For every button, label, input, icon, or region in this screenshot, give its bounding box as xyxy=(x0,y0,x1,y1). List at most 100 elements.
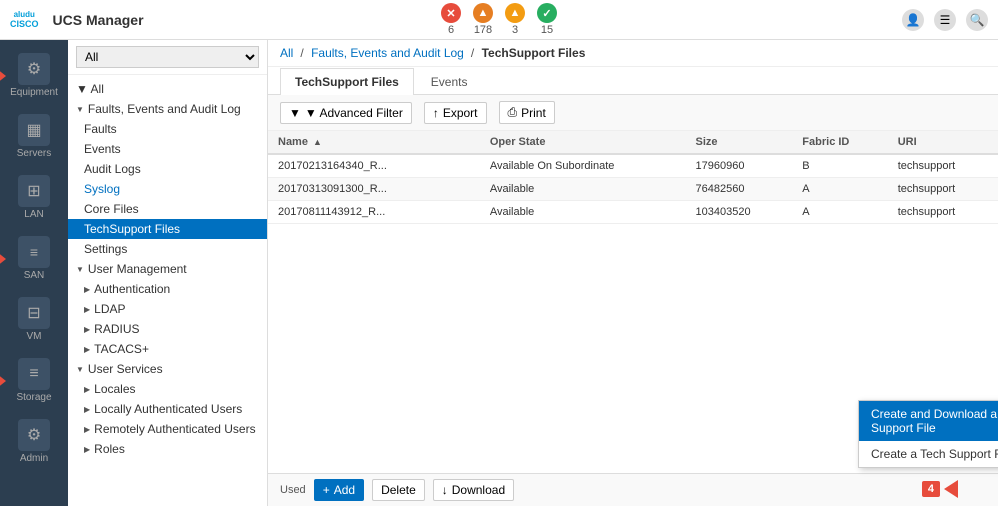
breadcrumb-sep-2: / xyxy=(471,46,478,60)
cell-name: 20170313091300_R... xyxy=(268,178,451,201)
download-button[interactable]: ↓ Download xyxy=(433,479,514,501)
breadcrumb-all[interactable]: All xyxy=(280,46,293,60)
add-icon: + xyxy=(323,483,330,497)
nav-item-all[interactable]: ▼ All xyxy=(68,79,267,99)
cell-spacer xyxy=(451,201,479,224)
tab-techsupport[interactable]: TechSupport Files xyxy=(280,68,414,95)
delete-button[interactable]: Delete xyxy=(372,479,425,501)
user-icon[interactable]: 👤 xyxy=(902,9,924,31)
nav-item-remote-users[interactable]: ▶ Remotely Authenticated Users xyxy=(68,419,267,439)
delete-label: Delete xyxy=(381,483,416,497)
cell-fabric-id: A xyxy=(792,201,887,224)
nav-item-faults-events[interactable]: ▼ Faults, Events and Audit Log xyxy=(68,99,267,119)
breadcrumb-current: TechSupport Files xyxy=(482,46,586,60)
add-label: Add xyxy=(334,483,355,497)
nav-item-local-users[interactable]: ▶ Locally Authenticated Users xyxy=(68,399,267,419)
table-row[interactable]: 20170811143912_R... Available 103403520 … xyxy=(268,201,998,224)
cell-uri: techsupport xyxy=(888,178,998,201)
cisco-logo-bottom: CISCO xyxy=(10,19,39,29)
col-size[interactable]: Size xyxy=(686,131,793,154)
col-fabric-id[interactable]: Fabric ID xyxy=(792,131,887,154)
nav-item-authentication[interactable]: ▶ Authentication xyxy=(68,279,267,299)
nav-item-core-files[interactable]: Core Files xyxy=(68,199,267,219)
cell-size: 76482560 xyxy=(686,178,793,201)
nav-item-locales[interactable]: ▶ Locales xyxy=(68,379,267,399)
cisco-logo: aludu CISCO UCS Manager xyxy=(10,10,144,29)
col-spacer xyxy=(451,131,479,154)
advanced-filter-button[interactable]: ▼ ▼ Advanced Filter xyxy=(280,102,412,124)
cell-oper-state: Available xyxy=(480,201,686,224)
breadcrumb-faults[interactable]: Faults, Events and Audit Log xyxy=(311,46,464,60)
sidebar-item-storage[interactable]: ≡ Storage xyxy=(0,350,68,411)
sidebar-item-san[interactable]: ≡ SAN xyxy=(0,228,68,289)
search-icon[interactable]: 🔍 xyxy=(966,9,988,31)
servers-label: Servers xyxy=(17,148,51,159)
nav-item-roles[interactable]: ▶ Roles xyxy=(68,439,267,459)
col-uri[interactable]: URI xyxy=(888,131,998,154)
content-area: All / Faults, Events and Audit Log / Tec… xyxy=(268,40,998,506)
alert-count-critical: 6 xyxy=(448,24,454,36)
col-oper-state[interactable]: Oper State xyxy=(480,131,686,154)
used-text: Used xyxy=(280,484,306,496)
alert-icon-major: ▲ xyxy=(473,3,493,23)
alert-minor[interactable]: ▲ 3 xyxy=(505,3,525,36)
nav-item-faults[interactable]: Faults xyxy=(68,119,267,139)
menu-item-create-download[interactable]: Create and Download a Tech Support File xyxy=(859,401,998,441)
sidebar-item-admin[interactable]: ⚙ Admin xyxy=(0,411,68,472)
table-row[interactable]: 20170213164340_R... Available On Subordi… xyxy=(268,154,998,178)
menu-icon[interactable]: ☰ xyxy=(934,9,956,31)
cell-spacer xyxy=(451,154,479,178)
cell-oper-state: Available xyxy=(480,178,686,201)
export-label: Export xyxy=(443,106,478,120)
nav-item-user-management[interactable]: ▼ User Management xyxy=(68,259,267,279)
nav-item-events[interactable]: Events xyxy=(68,139,267,159)
nav-item-settings[interactable]: Settings xyxy=(68,239,267,259)
print-button[interactable]: ⎙ Print xyxy=(499,101,555,124)
sidebar-item-equipment[interactable]: ⚙ Equipment xyxy=(0,45,68,106)
nav-item-syslog[interactable]: Syslog xyxy=(68,179,267,199)
app-title: UCS Manager xyxy=(53,12,144,28)
storage-icon: ≡ xyxy=(18,358,50,390)
nav-dropdown-select[interactable]: All xyxy=(76,46,259,68)
equipment-icon: ⚙ xyxy=(18,53,50,85)
breadcrumb-sep-1: / xyxy=(300,46,307,60)
nav-item-tacacs[interactable]: ▶ TACACS+ xyxy=(68,339,267,359)
main-layout: ⚙ Equipment ▦ Servers ⊞ LAN ≡ SAN ⊟ VM ≡… xyxy=(0,40,998,506)
cell-uri: techsupport xyxy=(888,154,998,178)
breadcrumb: All / Faults, Events and Audit Log / Tec… xyxy=(268,40,998,67)
nav-item-radius[interactable]: ▶ RADIUS xyxy=(68,319,267,339)
vm-icon: ⊟ xyxy=(18,297,50,329)
cell-fabric-id: A xyxy=(792,178,887,201)
alert-major[interactable]: ▲ 178 xyxy=(473,3,493,36)
export-button[interactable]: ↑ Export xyxy=(424,102,487,124)
nav-right-icons: 👤 ☰ 🔍 xyxy=(902,9,988,31)
nav-item-user-services[interactable]: ▼ User Services xyxy=(68,359,267,379)
alert-icon-info: ✓ xyxy=(537,3,557,23)
equipment-label: Equipment xyxy=(10,87,58,98)
table-row[interactable]: 20170313091300_R... Available 76482560 A… xyxy=(268,178,998,201)
alert-icon-critical: ✕ xyxy=(441,3,461,23)
col-name[interactable]: Name ▲ xyxy=(268,131,451,154)
nav-item-ldap[interactable]: ▶ LDAP xyxy=(68,299,267,319)
san-icon: ≡ xyxy=(18,236,50,268)
add-button[interactable]: + Add xyxy=(314,479,364,501)
alert-info[interactable]: ✓ 15 xyxy=(537,3,557,36)
sidebar-item-servers[interactable]: ▦ Servers xyxy=(0,106,68,167)
lan-icon: ⊞ xyxy=(18,175,50,207)
nav-tree: ▼ All ▼ Faults, Events and Audit Log Fau… xyxy=(68,75,267,463)
tab-events[interactable]: Events xyxy=(416,68,483,95)
print-icon: ⎙ xyxy=(508,105,518,120)
alert-icon-minor: ▲ xyxy=(505,3,525,23)
sidebar-item-vm[interactable]: ⊟ VM xyxy=(0,289,68,350)
context-dropdown-menu: Create and Download a Tech Support File … xyxy=(858,400,998,468)
equipment-arrow xyxy=(0,68,6,84)
sidebar-item-lan[interactable]: ⊞ LAN xyxy=(0,167,68,228)
download-icon: ↓ xyxy=(442,483,448,497)
alert-critical[interactable]: ✕ 6 xyxy=(441,3,461,36)
arrow-4-left xyxy=(944,480,958,498)
nav-item-audit-logs[interactable]: Audit Logs xyxy=(68,159,267,179)
nav-item-techsupport-files[interactable]: TechSupport Files xyxy=(68,219,267,239)
menu-item-create[interactable]: Create a Tech Support File xyxy=(859,441,998,467)
admin-label: Admin xyxy=(20,453,48,464)
storage-label: Storage xyxy=(16,392,51,403)
